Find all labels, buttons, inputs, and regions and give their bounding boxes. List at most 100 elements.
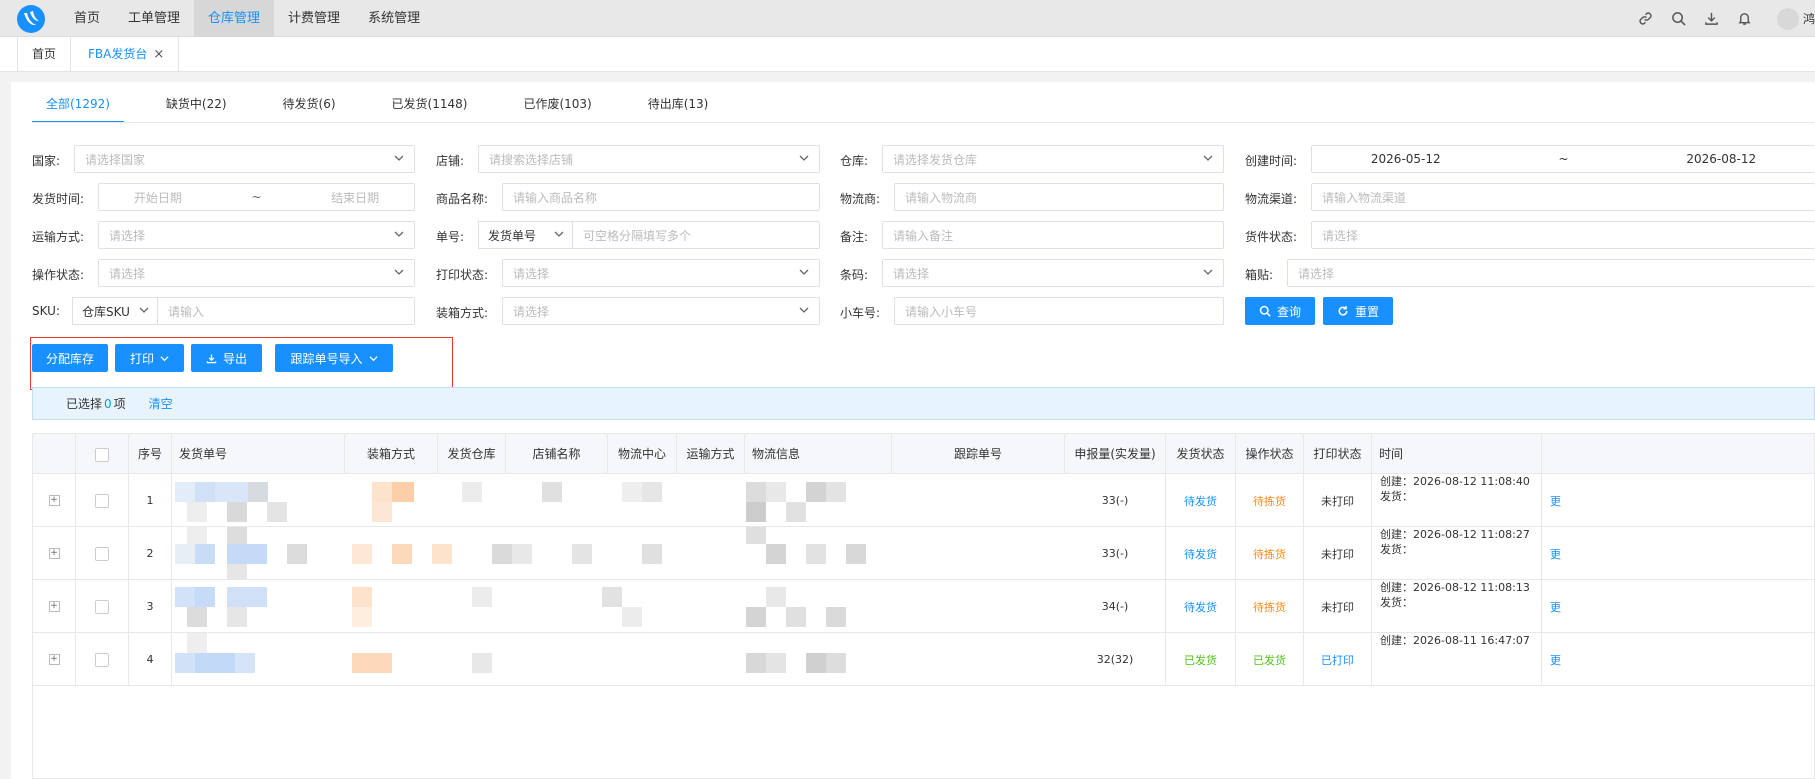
order-no-type-select[interactable]: 发货单号 [478, 221, 573, 249]
table-row[interactable]: + 3 34(-) 待发货 待拣货 未打印 创建：2026-08-12 11:0… [33, 580, 1814, 633]
row-action-link[interactable]: 更 [1550, 546, 1561, 562]
close-icon[interactable]: × [153, 37, 164, 72]
tab-to-outbound[interactable]: 待出库(13) [634, 92, 723, 123]
cart-no-label: 小车号: [840, 306, 881, 320]
op-status-select[interactable]: 请选择 [98, 259, 415, 287]
tab-to-ship[interactable]: 待发货(6) [269, 92, 350, 123]
tab-all[interactable]: 全部(1292) [32, 92, 124, 123]
transport-label: 运输方式: [32, 230, 85, 244]
reset-button[interactable]: 重置 [1323, 297, 1393, 325]
row-action-link[interactable]: 更 [1550, 599, 1561, 615]
col-logistics-info: 物流信息 [745, 434, 892, 474]
tab-label: 首页 [32, 47, 57, 61]
remark-label: 备注: [840, 230, 869, 244]
op-status: 待拣货 [1236, 527, 1304, 580]
transport-select[interactable]: 请选择 [98, 221, 415, 249]
select-all-checkbox[interactable] [95, 447, 109, 462]
table-row[interactable]: + 4 32(32) 已发货 已发货 已打印 创建：2026-08-11 16:… [33, 633, 1814, 686]
op-status-label: 操作状态: [32, 268, 85, 282]
create-end-date[interactable]: 2026-08-12 [1686, 152, 1756, 166]
nav-home[interactable]: 首页 [60, 0, 114, 37]
tab-shipped[interactable]: 已发货(1148) [378, 92, 482, 123]
row-checkbox[interactable] [95, 652, 109, 667]
row-action-link[interactable]: 更 [1550, 493, 1561, 509]
product-name-input[interactable]: 请输入商品名称 [502, 183, 820, 211]
tab-home[interactable]: 首页 [18, 37, 72, 72]
row-checkbox[interactable] [95, 493, 109, 508]
nav-system[interactable]: 系统管理 [354, 0, 434, 37]
box-label-select[interactable]: 请选择 [1287, 259, 1815, 287]
cargo-status-select[interactable]: 请选择 [1311, 221, 1815, 249]
col-shop: 店铺名称 [506, 434, 608, 474]
page-tab-bar: 首页 FBA发货台 × [0, 37, 1815, 72]
declared-qty: 34(-) [1065, 580, 1166, 633]
selection-prefix: 已选择 [66, 397, 103, 411]
top-navigation-bar: 首页 工单管理 仓库管理 计费管理 系统管理 鸿展 [0, 0, 1815, 37]
print-button[interactable]: 打印 [115, 344, 184, 372]
clear-selection-link[interactable]: 清空 [149, 395, 173, 412]
col-time: 时间 [1372, 434, 1542, 474]
print-status-select[interactable]: 请选择 [502, 259, 820, 287]
order-no-input[interactable]: 可空格分隔填写多个 [572, 221, 820, 249]
ship-time-range[interactable]: 开始日期 ~ 结束日期 [98, 183, 415, 211]
sku-type-select[interactable]: 仓库SKU [72, 297, 158, 325]
warehouse-select[interactable]: 请选择发货仓库 [882, 145, 1224, 173]
country-select[interactable]: 请选择国家 [74, 145, 415, 173]
nav-warehouse[interactable]: 仓库管理 [194, 0, 275, 37]
tracking-import-button[interactable]: 跟踪单号导入 [275, 344, 393, 372]
row-checkbox[interactable] [95, 599, 109, 614]
print-status: 未打印 [1304, 527, 1372, 580]
nav-billing[interactable]: 计费管理 [274, 0, 354, 37]
app-logo-icon[interactable] [16, 4, 46, 34]
table-row[interactable]: + 2 33(-) 待发货 待拣货 未打印 创建：2026-08-12 11:0… [33, 527, 1814, 580]
allocate-stock-button[interactable]: 分配库存 [32, 344, 108, 372]
barcode-select[interactable]: 请选择 [882, 259, 1224, 287]
tab-voided[interactable]: 已作废(103) [509, 92, 605, 123]
created-time: 创建：2026-08-11 16:47:07 [1380, 634, 1530, 647]
username: 鸿展 [1802, 12, 1815, 26]
bell-icon[interactable] [1728, 0, 1761, 37]
ship-status: 待发货 [1166, 527, 1236, 580]
table-row[interactable]: + 1 33(-) 待发货 待拣货 未打印 创建：2026-08-12 11:0… [33, 474, 1814, 527]
expand-row-icon[interactable]: + [48, 654, 60, 665]
expand-row-icon[interactable]: + [48, 601, 60, 612]
print-status: 已打印 [1304, 633, 1372, 686]
selection-suffix: 项 [113, 397, 126, 411]
chevron-down-icon [368, 355, 378, 361]
print-status: 未打印 [1304, 580, 1372, 633]
country-label: 国家: [32, 154, 61, 168]
user-menu[interactable]: 鸿展 [1776, 7, 1815, 30]
row-action-link[interactable]: 更 [1550, 652, 1561, 668]
ship-time-label: 发货时间: [32, 192, 85, 206]
shipped-time: 发货： [1380, 596, 1413, 609]
create-start-date[interactable]: 2026-05-12 [1371, 152, 1441, 166]
chevron-down-icon [799, 307, 809, 313]
carrier-input[interactable]: 请输入物流商 [894, 183, 1224, 211]
expand-row-icon[interactable]: + [48, 495, 60, 506]
op-status: 待拣货 [1236, 474, 1304, 527]
search-icon[interactable] [1662, 0, 1695, 37]
create-time-label: 创建时间: [1245, 154, 1298, 168]
expand-row-icon[interactable]: + [48, 548, 60, 559]
link-icon[interactable] [1629, 0, 1662, 37]
create-time-range[interactable]: 2026-05-12 ~ 2026-08-12 [1311, 145, 1815, 173]
shop-select[interactable]: 请搜索选择店铺 [478, 145, 820, 173]
box-label-label: 箱贴: [1245, 268, 1274, 282]
row-checkbox[interactable] [95, 546, 109, 561]
nav-work-orders[interactable]: 工单管理 [114, 0, 194, 37]
col-transport: 运输方式 [677, 434, 745, 474]
tab-out-of-stock[interactable]: 缺货中(22) [152, 92, 241, 123]
col-packing: 装箱方式 [345, 434, 438, 474]
remark-input[interactable]: 请输入备注 [882, 221, 1224, 249]
export-button[interactable]: 导出 [191, 344, 262, 372]
download-icon[interactable] [1695, 0, 1728, 37]
query-button[interactable]: 查询 [1245, 297, 1315, 325]
ship-end-date[interactable]: 结束日期 [331, 189, 379, 206]
sku-input[interactable]: 请输入 [157, 297, 415, 325]
tab-fba-shipping[interactable]: FBA发货台 × [74, 37, 180, 72]
chevron-down-icon [160, 355, 169, 361]
channel-input[interactable]: 请输入物流渠道 [1311, 183, 1815, 211]
cart-no-input[interactable]: 请输入小车号 [894, 297, 1224, 325]
packing-select[interactable]: 请选择 [502, 297, 820, 325]
ship-start-date[interactable]: 开始日期 [134, 189, 182, 206]
